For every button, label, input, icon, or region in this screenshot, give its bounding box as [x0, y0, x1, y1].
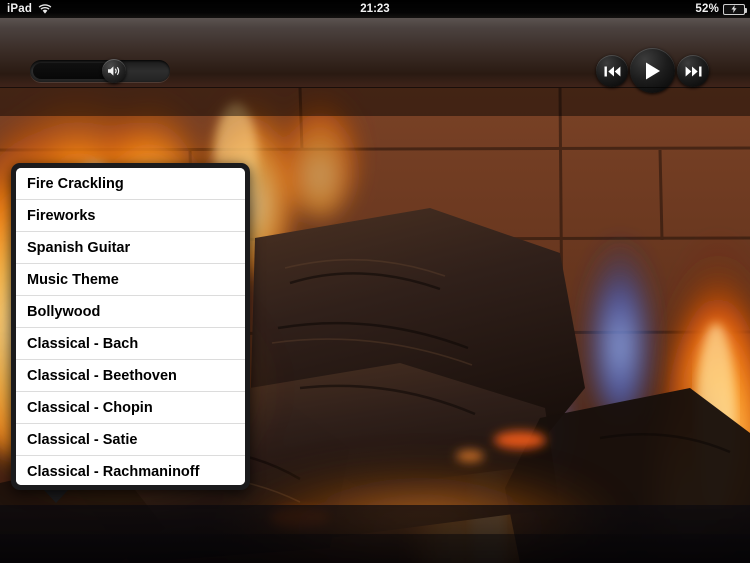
bottom-toolbar [0, 505, 750, 563]
battery-percent-label: 52% [695, 3, 719, 15]
charging-bolt-icon [731, 4, 737, 14]
track-label: Classical - Chopin [27, 400, 153, 416]
track-label: Fireworks [27, 208, 96, 224]
list-item[interactable]: Classical - Bach [16, 328, 245, 360]
popover-arrow [43, 489, 69, 503]
top-control-bar [0, 18, 750, 93]
volume-slider-knob[interactable] [102, 59, 126, 83]
next-button[interactable] [677, 55, 709, 87]
volume-slider-fill [33, 63, 111, 79]
status-bar-clock: 21:23 [360, 3, 390, 15]
track-label: Classical - Rachmaninoff [27, 464, 200, 480]
sound-selection-popover: Fire Crackling Fireworks Spanish Guitar … [11, 163, 250, 490]
track-label: Classical - Bach [27, 336, 139, 352]
sound-list: Fire Crackling Fireworks Spanish Guitar … [16, 168, 245, 485]
list-item[interactable]: Spanish Guitar [16, 232, 245, 264]
track-label: Classical - Satie [27, 432, 138, 448]
track-label: Bollywood [27, 304, 101, 320]
volume-slider[interactable] [30, 59, 170, 83]
skip-next-icon [685, 66, 701, 76]
skip-previous-icon [604, 66, 620, 76]
list-item[interactable]: Classical - Satie [16, 424, 245, 456]
status-bar-right: 52% [695, 1, 747, 17]
speaker-volume-icon [108, 66, 120, 76]
previous-button[interactable] [596, 55, 628, 87]
ipad-fireplace-app-screen: iPad 21:23 52% Fire Crackling Fireworks … [0, 0, 750, 563]
status-bar: iPad 21:23 52% [0, 0, 750, 18]
track-label: Music Theme [27, 272, 119, 288]
list-item[interactable]: Fire Crackling [16, 168, 245, 200]
track-label: Fire Crackling [27, 176, 124, 192]
list-item[interactable]: Classical - Beethoven [16, 360, 245, 392]
list-item[interactable]: Fireworks [16, 200, 245, 232]
list-item[interactable]: Classical - Rachmaninoff [16, 456, 245, 485]
track-label: Spanish Guitar [27, 240, 131, 256]
play-button[interactable] [630, 48, 675, 93]
list-item[interactable]: Bollywood [16, 296, 245, 328]
list-item[interactable]: Music Theme [16, 264, 245, 296]
track-label: Classical - Beethoven [27, 368, 177, 384]
play-icon [646, 62, 660, 79]
battery-charging-icon [723, 3, 747, 15]
list-item[interactable]: Classical - Chopin [16, 392, 245, 424]
